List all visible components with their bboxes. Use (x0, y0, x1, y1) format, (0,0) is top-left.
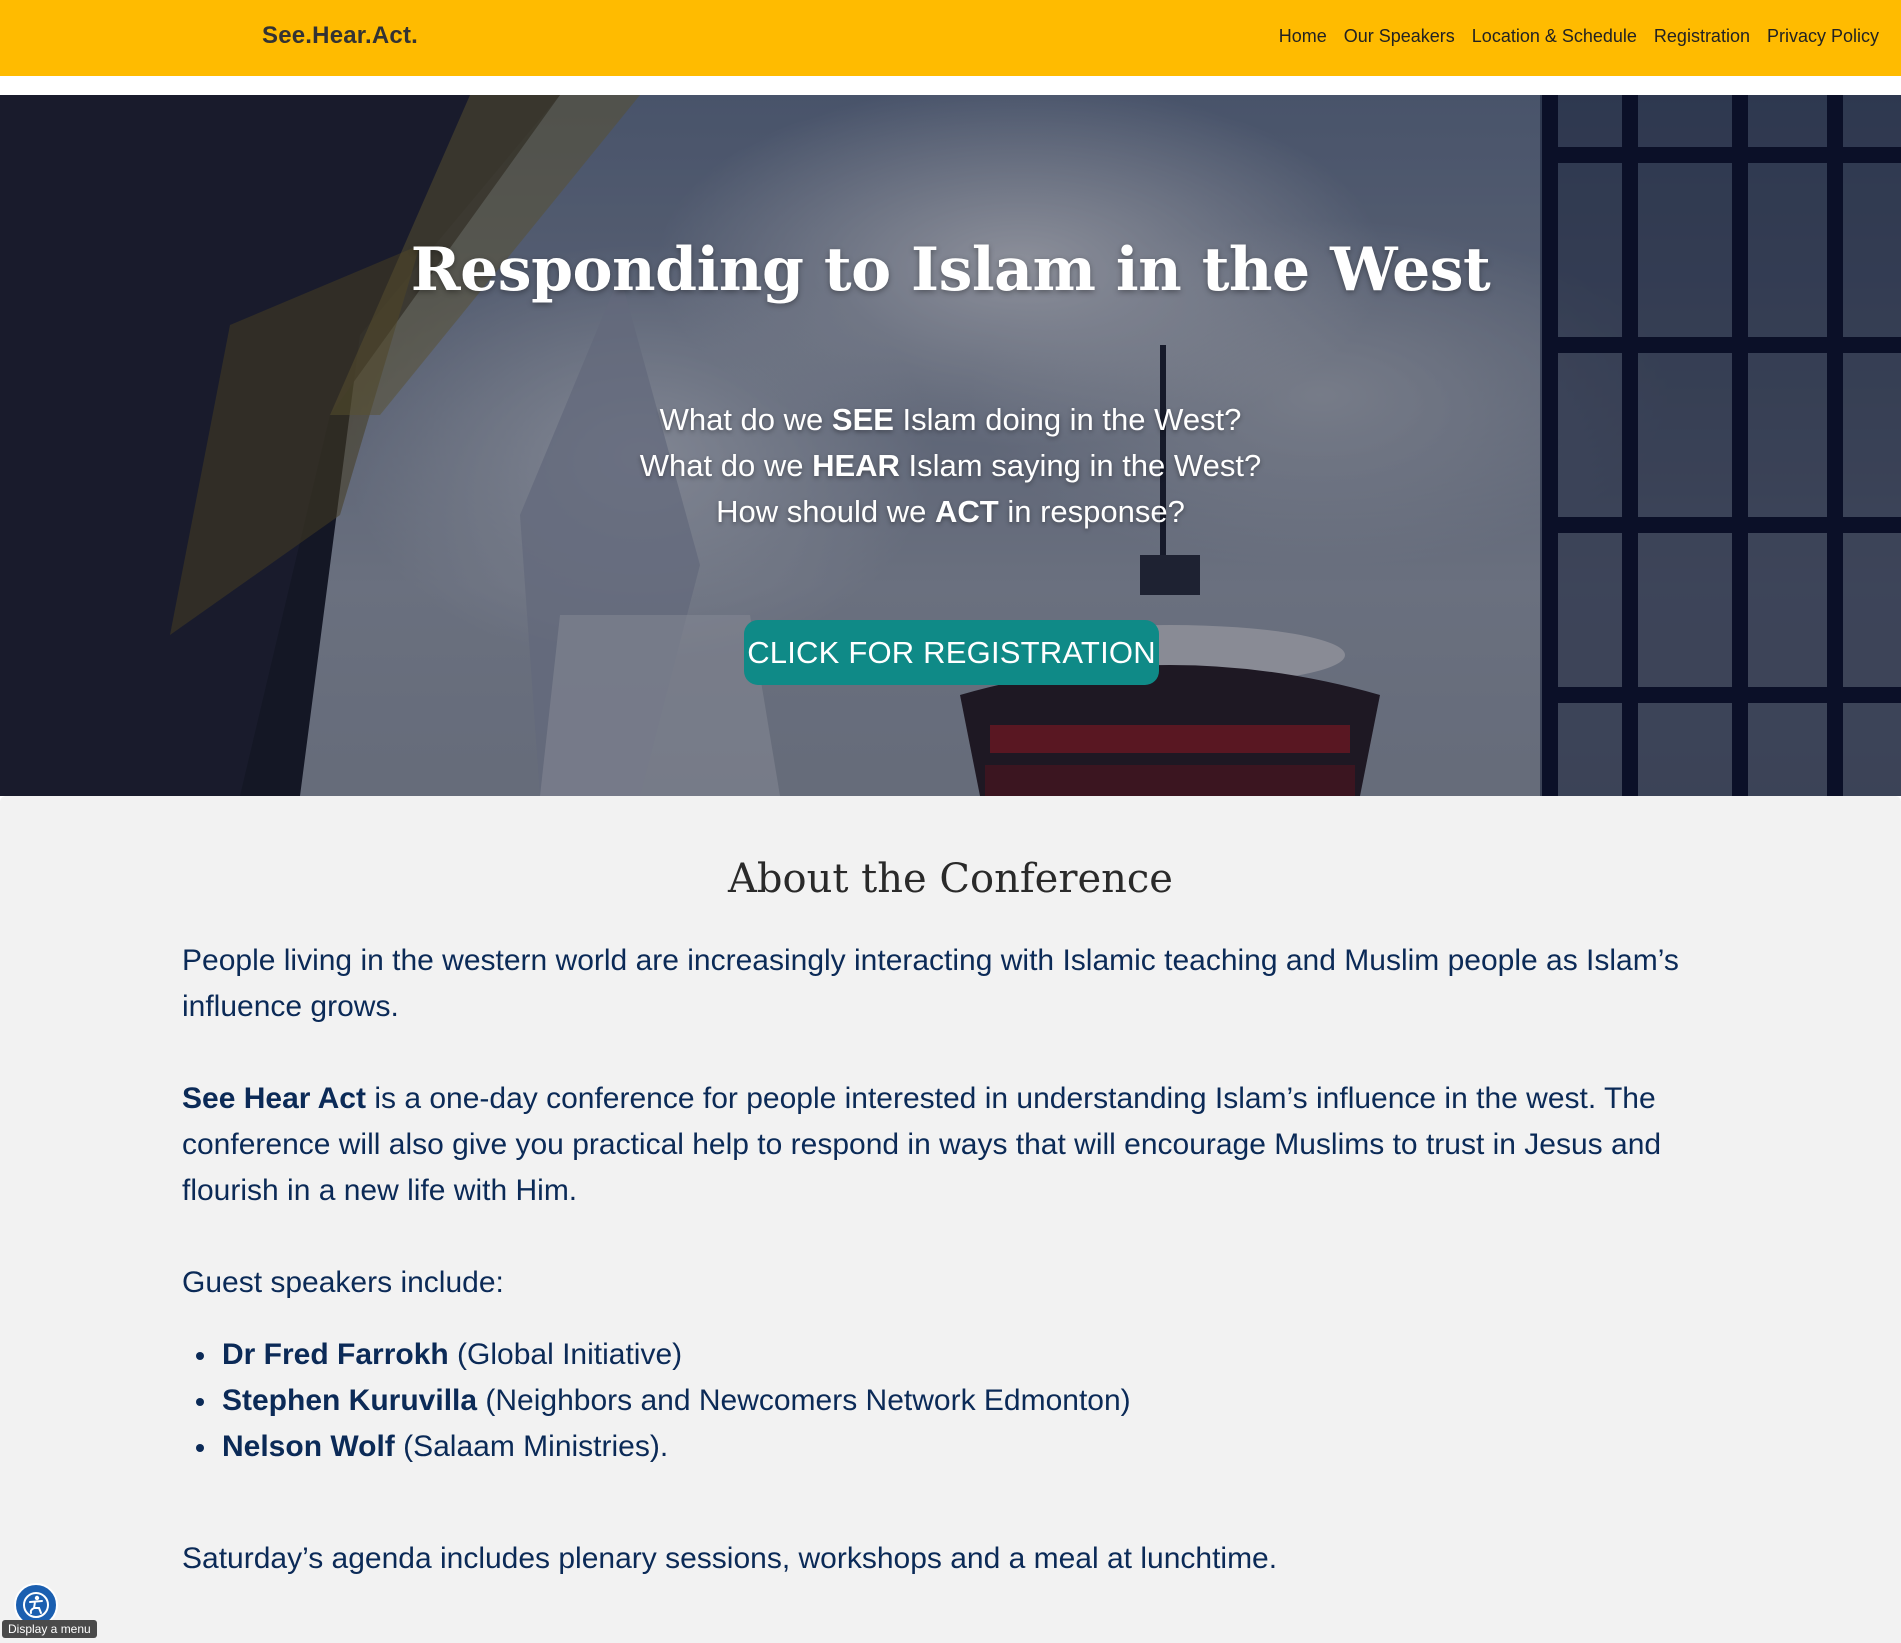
question-act: How should we ACT in response? (716, 494, 1185, 529)
nav-registration[interactable]: Registration (1654, 26, 1750, 47)
registration-cta-button[interactable]: CLICK FOR REGISTRATION (744, 620, 1159, 685)
question-hear: What do we HEAR Islam saying in the West… (639, 448, 1262, 483)
speaker-item: Nelson Wolf (Salaam Ministries). (182, 1424, 1742, 1470)
hero-questions: What do we SEE Islam doing in the West? … (0, 397, 1901, 535)
about-paragraph-conference: See Hear Act is a one-day conference for… (182, 1082, 1662, 1207)
hero-content: Responding to Islam in the West What do … (0, 95, 1901, 796)
nav-home[interactable]: Home (1279, 26, 1327, 47)
main-nav: Home Our Speakers Location & Schedule Re… (1279, 26, 1879, 47)
about-heading: About the Conference (728, 856, 1173, 902)
hero-section: Responding to Islam in the West What do … (0, 95, 1901, 796)
nav-privacy-policy[interactable]: Privacy Policy (1767, 26, 1879, 47)
hero-title: Responding to Islam in the West (410, 235, 1491, 305)
accessibility-tooltip: Display a menu (2, 1620, 97, 1638)
about-body: People living in the western world are i… (182, 938, 1742, 1628)
site-title-link[interactable]: See.Hear.Act. (262, 22, 418, 50)
nav-location-schedule[interactable]: Location & Schedule (1472, 26, 1637, 47)
agenda-paragraph: Saturday’s agenda includes plenary sessi… (182, 1542, 1278, 1575)
speakers-intro: Guest speakers include: (182, 1266, 504, 1299)
site-header: See.Hear.Act. Home Our Speakers Location… (0, 0, 1901, 76)
speaker-item: Stephen Kuruvilla (Neighbors and Newcome… (182, 1378, 1742, 1424)
about-section: About the Conference People living in th… (0, 796, 1901, 1643)
speakers-list: Dr Fred Farrokh (Global Initiative) Step… (182, 1332, 1742, 1470)
accessibility-icon (23, 1592, 49, 1618)
question-see: What do we SEE Islam doing in the West? (659, 402, 1242, 437)
about-paragraph-intro: People living in the western world are i… (182, 944, 1679, 1023)
nav-our-speakers[interactable]: Our Speakers (1344, 26, 1455, 47)
speaker-item: Dr Fred Farrokh (Global Initiative) (182, 1332, 1742, 1378)
